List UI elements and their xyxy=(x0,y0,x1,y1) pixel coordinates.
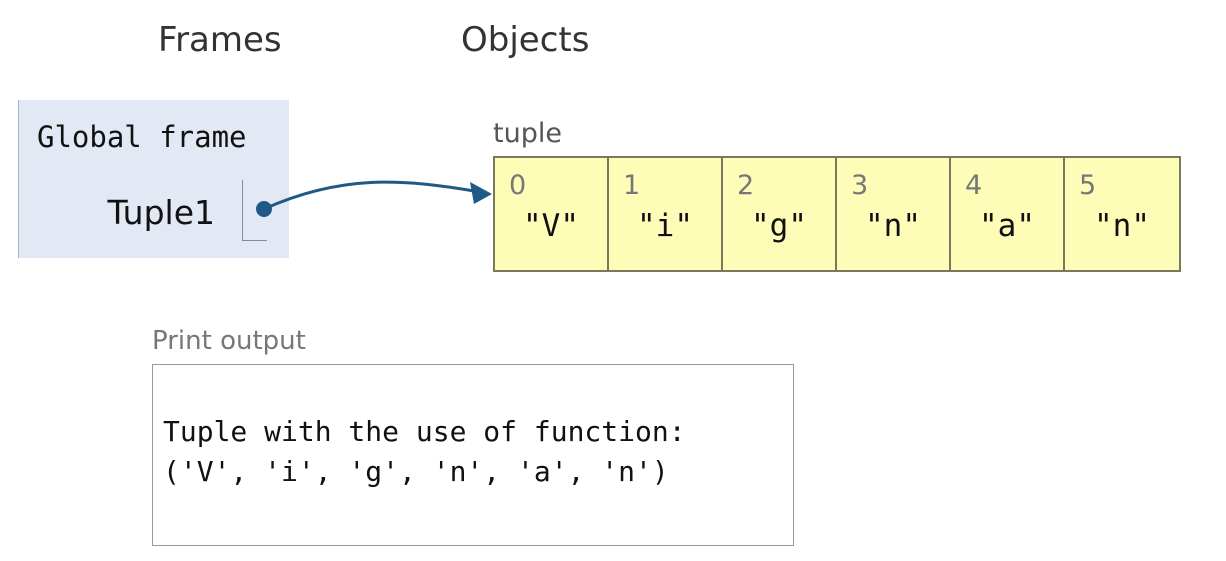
objects-heading: Objects xyxy=(461,20,590,60)
print-output-label: Print output xyxy=(152,326,306,356)
object-type-label: tuple xyxy=(493,118,562,149)
tuple-value: "a" xyxy=(979,208,1035,244)
tuple-value: "i" xyxy=(637,208,693,244)
print-output-line: Tuple with the use of function: xyxy=(163,415,686,448)
tuple-index: 4 xyxy=(965,170,983,201)
tuple-element: 1 "i" xyxy=(609,158,723,270)
print-output-line: ('V', 'i', 'g', 'n', 'a', 'n') xyxy=(163,455,669,488)
tuple-element: 3 "n" xyxy=(837,158,951,270)
variable-name-tuple1: Tuple1 xyxy=(107,193,215,232)
print-output-box: Tuple with the use of function: ('V', 'i… xyxy=(152,364,794,546)
tuple-object: 0 "V" 1 "i" 2 "g" 3 "n" 4 "a" 5 "n" xyxy=(493,156,1181,272)
tuple-index: 2 xyxy=(737,170,755,201)
tuple-value: "g" xyxy=(751,208,807,244)
pointer-arrowhead xyxy=(470,182,492,204)
frames-heading: Frames xyxy=(158,20,282,60)
tuple-value: "n" xyxy=(865,208,921,244)
tuple-index: 0 xyxy=(509,170,527,201)
pointer-arrow-path xyxy=(263,180,481,211)
tuple-value: "V" xyxy=(523,208,579,244)
variable-value-cell xyxy=(242,180,267,241)
tuple-element: 0 "V" xyxy=(495,158,609,270)
global-frame: Global frame Tuple1 xyxy=(18,100,289,258)
tuple-index: 1 xyxy=(623,170,641,201)
frame-title: Global frame xyxy=(37,120,247,154)
tuple-element: 2 "g" xyxy=(723,158,837,270)
tuple-index: 3 xyxy=(851,170,869,201)
tuple-index: 5 xyxy=(1079,170,1097,201)
tuple-element: 4 "a" xyxy=(951,158,1065,270)
tuple-value: "n" xyxy=(1094,208,1150,244)
tuple-element: 5 "n" xyxy=(1065,158,1179,270)
